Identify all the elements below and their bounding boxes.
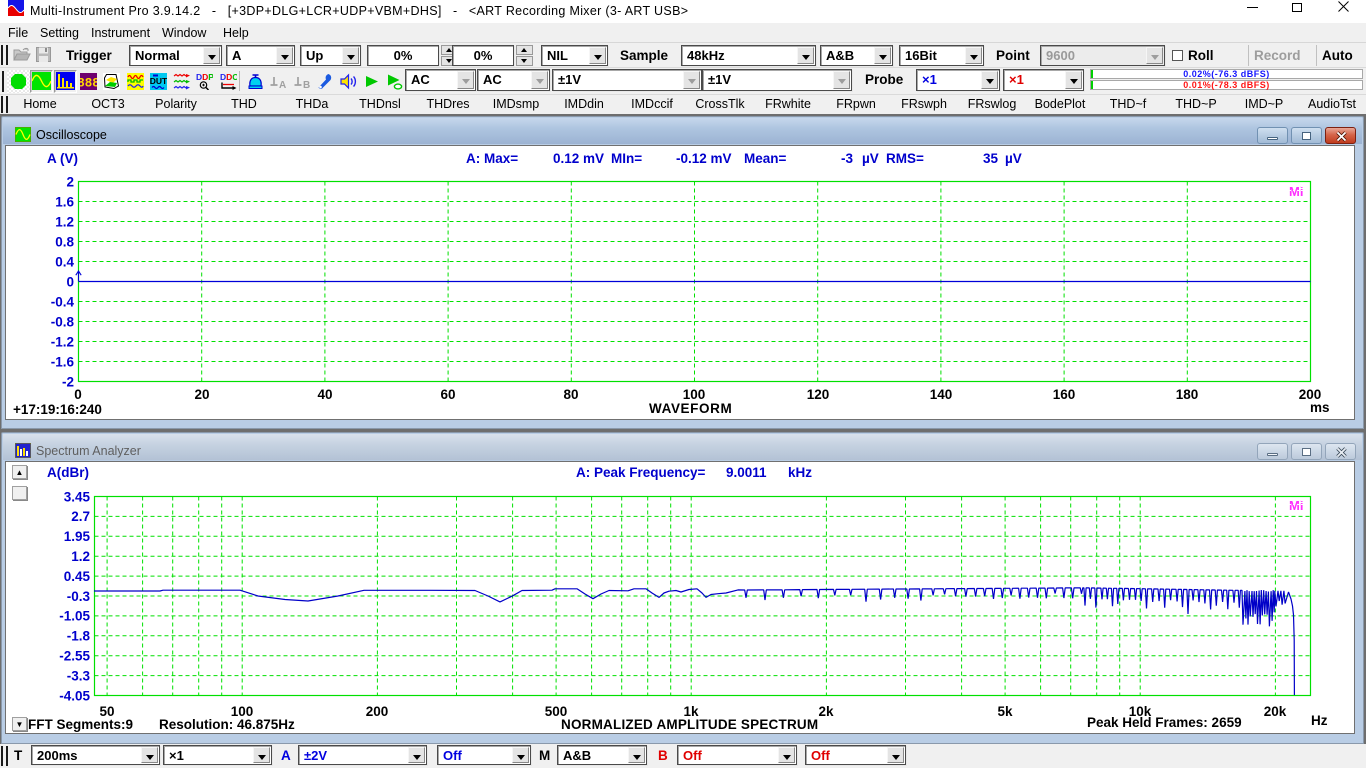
svg-text:120: 120 (807, 387, 830, 402)
svg-text:A (V): A (V) (47, 151, 78, 166)
svg-text:Hz: Hz (1311, 713, 1328, 728)
svg-text:-3: -3 (841, 151, 853, 166)
svg-text:A: Peak Frequency=: A: Peak Frequency= (576, 465, 706, 480)
svg-text:5k: 5k (997, 704, 1013, 719)
svg-text:-2.55: -2.55 (59, 649, 90, 664)
svg-text:20: 20 (194, 387, 209, 402)
svg-text:200: 200 (366, 704, 389, 719)
svg-text:1.6: 1.6 (55, 195, 74, 210)
svg-text:160: 160 (1053, 387, 1076, 402)
svg-text:1.2: 1.2 (71, 549, 90, 564)
svg-text:-1.8: -1.8 (67, 629, 91, 644)
svg-text:140: 140 (930, 387, 953, 402)
svg-text:35: 35 (983, 151, 999, 166)
svg-text:0.4: 0.4 (55, 255, 74, 270)
svg-text:-0.4: -0.4 (51, 295, 75, 310)
svg-text:0.45: 0.45 (64, 569, 91, 584)
svg-text:m: m (1310, 400, 1322, 415)
svg-text:1.2: 1.2 (55, 215, 74, 230)
svg-text:100: 100 (683, 387, 706, 402)
svg-text:µV: µV (1005, 151, 1022, 166)
svg-text:2k: 2k (818, 704, 834, 719)
svg-text:1.95: 1.95 (64, 529, 91, 544)
svg-text:20k: 20k (1264, 704, 1287, 719)
svg-text:Peak Held Frames: 2659: Peak Held Frames: 2659 (1087, 715, 1242, 730)
svg-text:kHz: kHz (788, 465, 812, 480)
svg-text:-3.3: -3.3 (67, 668, 91, 683)
svg-text:2.7: 2.7 (71, 509, 90, 524)
svg-text:-1.05: -1.05 (59, 609, 90, 624)
svg-text:+17:19:16:240: +17:19:16:240 (13, 402, 102, 417)
svg-text:Mean=: Mean= (744, 151, 787, 166)
svg-text:40: 40 (317, 387, 332, 402)
svg-text:A: Max=: A: Max= (466, 151, 518, 166)
svg-text:A(dBr): A(dBr) (47, 465, 89, 480)
svg-text:3.45: 3.45 (64, 489, 91, 504)
svg-text:NORMALIZED AMPLITUDE SPECTRUM: NORMALIZED AMPLITUDE SPECTRUM (561, 717, 818, 732)
svg-text:Resolution: 46.875Hz: Resolution: 46.875Hz (159, 717, 295, 732)
svg-text:µV: µV (862, 151, 879, 166)
svg-text:80: 80 (563, 387, 578, 402)
svg-text:FFT Segments:9: FFT Segments:9 (28, 717, 133, 732)
svg-text:-0.8: -0.8 (51, 315, 75, 330)
svg-text:RMS=: RMS= (886, 151, 924, 166)
svg-text:-4.05: -4.05 (59, 688, 90, 703)
svg-text:-2: -2 (62, 375, 74, 390)
svg-text:-1.2: -1.2 (51, 335, 74, 350)
svg-text:60: 60 (440, 387, 455, 402)
svg-text:2: 2 (66, 175, 74, 190)
svg-text:-0.12 mV: -0.12 mV (676, 151, 732, 166)
svg-text:0.8: 0.8 (55, 235, 74, 250)
svg-text:s: s (1322, 400, 1330, 415)
svg-text:WAVEFORM: WAVEFORM (649, 401, 732, 416)
svg-text:-0.3: -0.3 (67, 589, 91, 604)
svg-text:9.0011: 9.0011 (726, 465, 767, 480)
svg-text:0: 0 (66, 275, 74, 290)
svg-text:MIn=: MIn= (611, 151, 642, 166)
svg-text:0: 0 (74, 387, 82, 402)
svg-text:-1.6: -1.6 (51, 355, 75, 370)
svg-text:0.12 mV: 0.12 mV (553, 151, 604, 166)
svg-text:180: 180 (1176, 387, 1199, 402)
